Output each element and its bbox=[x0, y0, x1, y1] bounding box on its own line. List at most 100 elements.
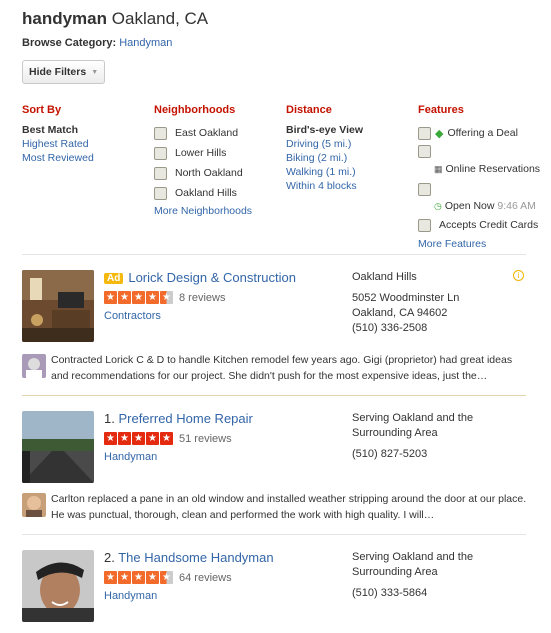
checkbox-label: Lower Hills bbox=[175, 147, 227, 159]
location-text: Oakland, CA bbox=[111, 9, 209, 28]
checkbox[interactable] bbox=[418, 218, 431, 232]
neighborhoods-filter: Neighborhoods East Oakland Lower Hills N… bbox=[154, 104, 252, 218]
feature-online-reservations[interactable]: ▦ Online Reservations bbox=[418, 143, 551, 179]
neighborhood-east-oakland[interactable]: East Oakland bbox=[154, 123, 252, 143]
business-name-link[interactable]: Preferred Home Repair bbox=[118, 411, 252, 426]
reservations-label-wrap: ▦ Online Reservations bbox=[434, 163, 540, 175]
more-neighborhoods-link[interactable]: More Neighborhoods bbox=[154, 204, 252, 218]
sort-most-reviewed[interactable]: Most Reviewed bbox=[22, 151, 94, 165]
sort-best-match[interactable]: Best Match bbox=[22, 123, 94, 137]
divider bbox=[22, 534, 526, 535]
sort-highest-rated[interactable]: Highest Rated bbox=[22, 137, 94, 151]
checkbox-label: Open Now bbox=[444, 200, 495, 212]
category-link[interactable]: Handyman bbox=[104, 451, 157, 463]
business-name-link[interactable]: The Handsome Handyman bbox=[118, 550, 273, 565]
address-line-2: Oakland, CA 94602 bbox=[352, 307, 448, 319]
neighborhood-oakland-hills[interactable]: Oakland Hills bbox=[154, 183, 252, 203]
checkbox-label: Online Reservations bbox=[445, 163, 541, 175]
reviewer-avatar[interactable] bbox=[22, 354, 46, 378]
star-icon: ★ bbox=[132, 291, 145, 304]
business-photo[interactable] bbox=[22, 270, 94, 342]
browse-category: Browse Category: Handyman bbox=[22, 37, 172, 49]
distance-driving[interactable]: Driving (5 mi.) bbox=[286, 137, 363, 151]
search-result: 1. Preferred Home Repair ★ ★ ★ ★ ★ 51 re… bbox=[22, 411, 542, 491]
feature-credit-cards[interactable]: Accepts Credit Cards bbox=[418, 215, 551, 235]
checkbox[interactable] bbox=[154, 166, 167, 180]
business-photo[interactable] bbox=[22, 411, 94, 483]
service-area: Serving Oakland and the Surrounding Area bbox=[352, 412, 474, 439]
snippet-text: Carlton replaced a pane in an old window… bbox=[51, 493, 527, 521]
feature-offering-deal[interactable]: ◆ Offering a Deal bbox=[418, 123, 551, 143]
checkbox-label: Accepts Credit Cards bbox=[439, 219, 539, 231]
hide-filters-button[interactable]: Hide Filters ▼ bbox=[22, 60, 105, 84]
checkbox[interactable] bbox=[418, 126, 431, 140]
hide-filters-label: Hide Filters bbox=[29, 66, 87, 78]
business-photo[interactable] bbox=[22, 550, 94, 622]
query-text: handyman bbox=[22, 9, 108, 28]
more-features-link[interactable]: More Features bbox=[418, 237, 551, 251]
checkbox[interactable] bbox=[418, 183, 431, 196]
business-address: Oakland Hills 5052 Woodminster Ln Oaklan… bbox=[352, 270, 459, 336]
sort-by-filter: Sort By Best Match Highest Rated Most Re… bbox=[22, 104, 94, 165]
reviewer-avatar[interactable] bbox=[22, 493, 46, 517]
neighborhood-lower-hills[interactable]: Lower Hills bbox=[154, 143, 252, 163]
chevron-down-icon: ▼ bbox=[91, 68, 99, 76]
checkbox-label: North Oakland bbox=[175, 167, 243, 179]
review-count: 64 reviews bbox=[179, 571, 232, 584]
calendar-icon: ▦ bbox=[434, 164, 443, 174]
category-link[interactable]: Handyman bbox=[104, 590, 157, 602]
star-icon: ★ bbox=[160, 432, 173, 445]
star-rating: ★ ★ ★ ★ ★ 64 reviews bbox=[104, 571, 232, 584]
review-snippet: Contracted Lorick C & D to handle Kitche… bbox=[22, 352, 532, 384]
star-icon: ★ bbox=[146, 571, 159, 584]
star-icon: ★ bbox=[104, 432, 117, 445]
category-link[interactable]: Contractors bbox=[104, 310, 161, 322]
business-name-link[interactable]: Lorick Design & Construction bbox=[128, 270, 296, 285]
review-snippet: Carlton replaced a pane in an old window… bbox=[22, 491, 532, 523]
star-icon: ★ bbox=[118, 291, 131, 304]
tag-icon: ◆ bbox=[435, 127, 444, 140]
distance-birds-eye[interactable]: Bird's-eye View bbox=[286, 123, 363, 137]
snippet-text: Contracted Lorick C & D to handle Kitche… bbox=[51, 354, 513, 382]
features-filter: Features ◆ Offering a Deal ▦ Online Reser… bbox=[418, 104, 551, 251]
browse-category-link[interactable]: Handyman bbox=[119, 37, 172, 49]
half-star-icon: ★ bbox=[160, 291, 173, 304]
star-icon: ★ bbox=[118, 432, 131, 445]
clock-icon: ◷ bbox=[434, 201, 442, 211]
open-now-label-wrap: ◷ Open Now 9:46 AM bbox=[434, 200, 536, 212]
star-icon: ★ bbox=[146, 432, 159, 445]
distance-walking[interactable]: Walking (1 mi.) bbox=[286, 165, 363, 179]
star-icon: ★ bbox=[104, 571, 117, 584]
distance-biking[interactable]: Biking (2 mi.) bbox=[286, 151, 363, 165]
divider bbox=[22, 395, 526, 396]
review-count: 8 reviews bbox=[179, 291, 226, 304]
half-star-icon: ★ bbox=[160, 571, 173, 584]
star-icon: ★ bbox=[132, 571, 145, 584]
divider bbox=[22, 254, 526, 255]
ad-badge: Ad bbox=[104, 273, 124, 284]
distance-heading: Distance bbox=[286, 104, 332, 116]
phone-number: (510) 333-5864 bbox=[352, 587, 428, 599]
distance-within-4-blocks[interactable]: Within 4 blocks bbox=[286, 179, 363, 193]
checkbox-label: East Oakland bbox=[175, 127, 239, 139]
star-icon: ★ bbox=[104, 291, 117, 304]
checkbox[interactable] bbox=[154, 126, 167, 140]
info-icon[interactable]: i bbox=[513, 270, 524, 281]
search-heading: handyman Oakland, CA bbox=[22, 9, 208, 29]
checkbox[interactable] bbox=[154, 186, 167, 200]
business-address: Serving Oakland and the Surrounding Area… bbox=[352, 550, 512, 601]
result-number: 1. bbox=[104, 411, 115, 426]
browse-label: Browse Category: bbox=[22, 37, 117, 49]
open-now-time: 9:46 AM bbox=[497, 200, 536, 212]
service-area: Serving Oakland and the Surrounding Area bbox=[352, 551, 474, 578]
review-count: 51 reviews bbox=[179, 432, 232, 445]
neighborhood-north-oakland[interactable]: North Oakland bbox=[154, 163, 252, 183]
checkbox[interactable] bbox=[154, 146, 167, 160]
business-address: Serving Oakland and the Surrounding Area… bbox=[352, 411, 512, 462]
distance-filter: Distance Bird's-eye View Driving (5 mi.)… bbox=[286, 104, 363, 193]
result-number: 2. bbox=[104, 550, 115, 565]
feature-open-now[interactable]: ◷ Open Now 9:46 AM bbox=[418, 179, 551, 215]
star-icon: ★ bbox=[132, 432, 145, 445]
checkbox[interactable] bbox=[418, 145, 431, 158]
star-icon: ★ bbox=[146, 291, 159, 304]
